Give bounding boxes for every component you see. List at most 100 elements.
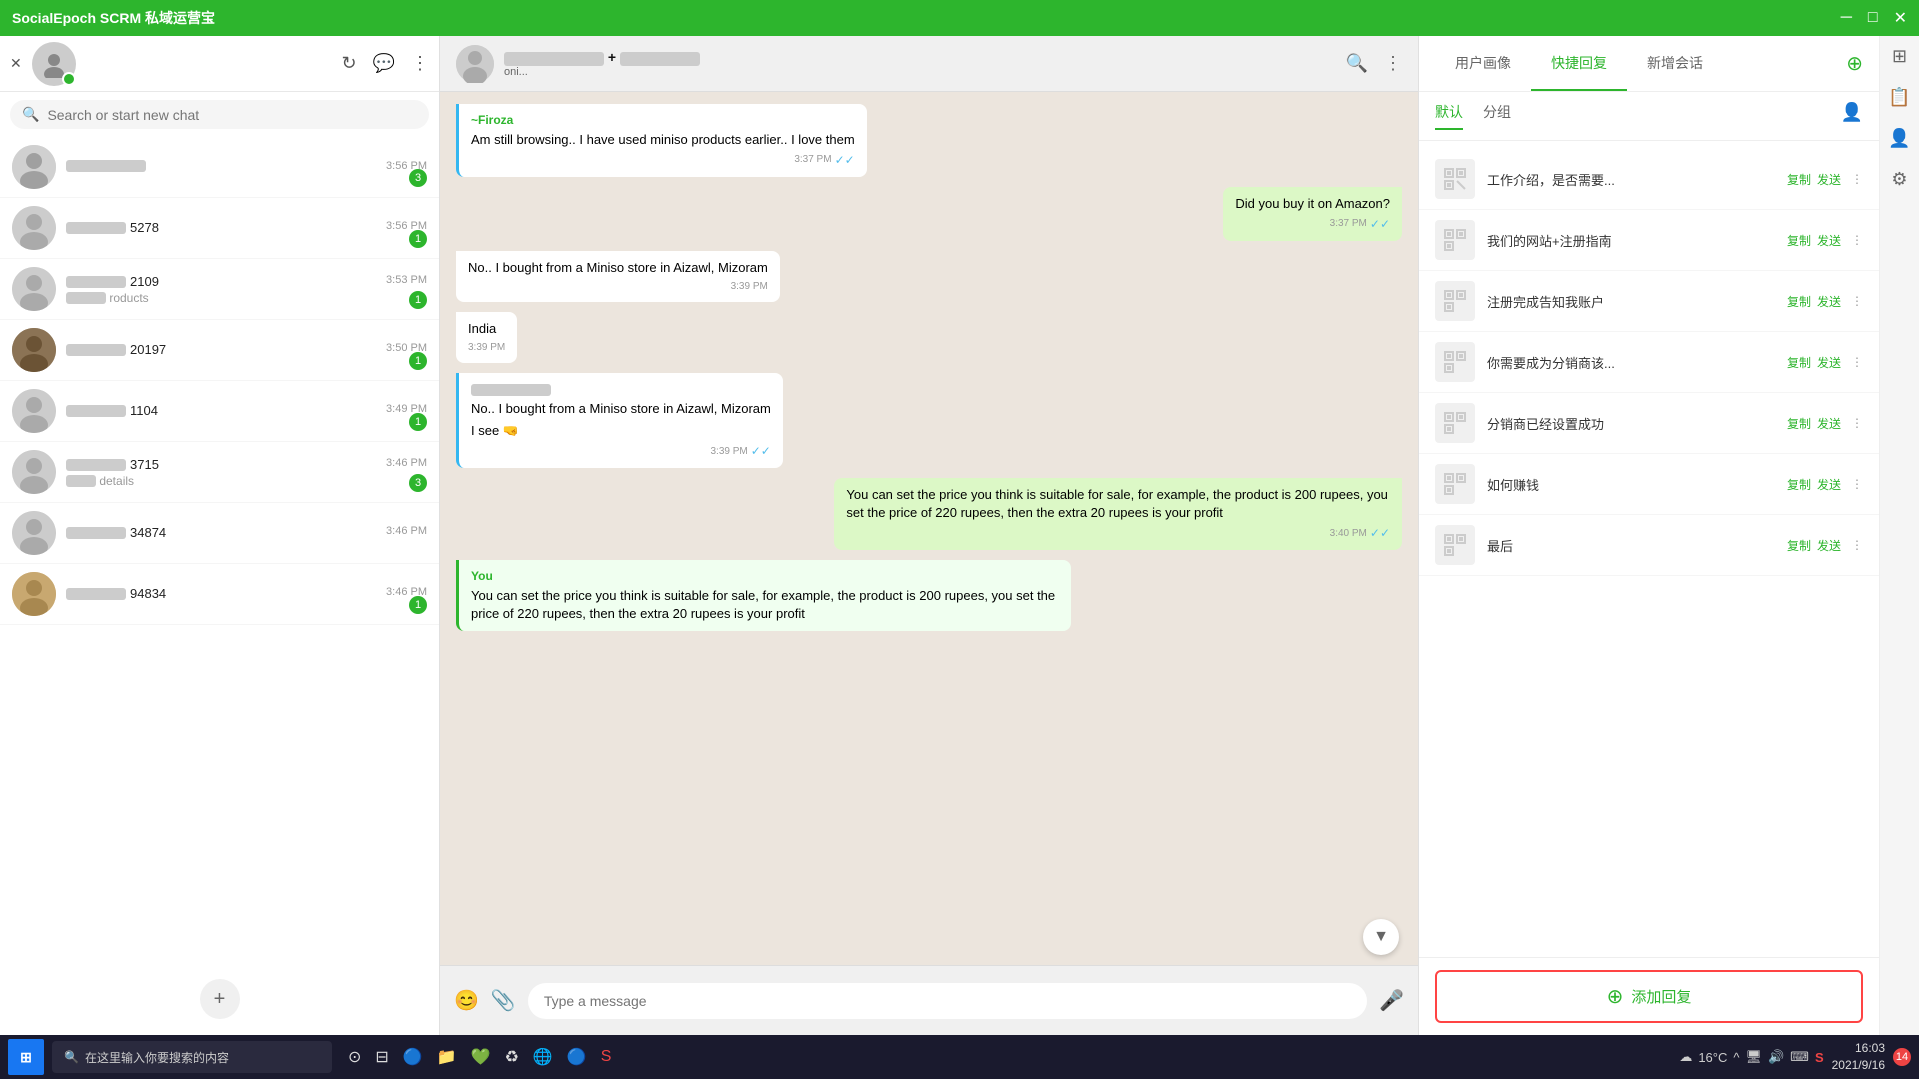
taskbar-search[interactable]: 🔍 在这里输入你要搜索的内容	[52, 1041, 332, 1073]
start-button[interactable]: ⊞	[8, 1039, 44, 1075]
list-item[interactable]: 2109 3:53 PM roducts 1	[0, 259, 439, 320]
right-panel-menu-icon[interactable]: ⊕	[1846, 51, 1863, 76]
emoji-icon[interactable]: 😊	[454, 988, 479, 1013]
chat-more-icon[interactable]: ⋮	[1384, 53, 1402, 74]
chat-messages: ~Firoza Am still browsing.. I have used …	[440, 92, 1418, 965]
message-row: You You can set the price you think is s…	[456, 560, 1402, 631]
list-item[interactable]: 34874 3:46 PM	[0, 503, 439, 564]
search-chat-icon[interactable]: 🔍	[1346, 53, 1368, 74]
unread-badge: 1	[409, 413, 427, 431]
send-button[interactable]: 发送	[1817, 171, 1841, 188]
list-item[interactable]: 94834 3:46 PM 1	[0, 564, 439, 625]
send-button[interactable]: 发送	[1817, 415, 1841, 432]
plus-icon: ⊕	[1607, 984, 1624, 1009]
message-text: India	[468, 320, 505, 338]
list-item[interactable]: 1104 3:49 PM 1	[0, 381, 439, 442]
add-reply-button[interactable]: ⊕ 添加回复	[1435, 970, 1863, 1023]
sub-tab-group[interactable]: 分组	[1483, 102, 1511, 130]
taskbar-icon-6[interactable]: ♻	[505, 1047, 519, 1067]
more-button[interactable]: ⋮	[1851, 233, 1863, 247]
taskbar-icon-9[interactable]: S	[601, 1048, 612, 1066]
copy-button[interactable]: 复制	[1787, 415, 1811, 432]
send-button[interactable]: 发送	[1817, 354, 1841, 371]
copy-button[interactable]: 复制	[1787, 293, 1811, 310]
more-button[interactable]: ⋮	[1851, 477, 1863, 491]
list-item[interactable]: 3:56 PM 3	[0, 137, 439, 198]
refresh-icon[interactable]: ↻	[341, 53, 356, 74]
contact-info: 3:56 PM	[66, 160, 427, 174]
quick-reply-actions: 复制 发送 ⋮	[1787, 354, 1863, 371]
send-button[interactable]: 发送	[1817, 293, 1841, 310]
volume-icon: 🔊	[1768, 1049, 1784, 1065]
tab-quick-reply[interactable]: 快捷回复	[1531, 37, 1627, 91]
tab-new-chat[interactable]: 新增会话	[1627, 37, 1723, 91]
qr-image	[1435, 464, 1475, 504]
search-input[interactable]	[47, 107, 417, 123]
copy-button[interactable]: 复制	[1787, 354, 1811, 371]
more-button[interactable]: ⋮	[1851, 355, 1863, 369]
scroll-to-bottom-button[interactable]: ▼	[1363, 919, 1399, 955]
notification-badge[interactable]: 14	[1893, 1048, 1911, 1066]
close-button[interactable]: ✕	[1894, 8, 1907, 28]
sidebar: ✕ ↻ 💬 ⋮ 🔍	[0, 36, 440, 1035]
copy-button[interactable]: 复制	[1787, 537, 1811, 554]
copy-button[interactable]: 复制	[1787, 171, 1811, 188]
maximize-button[interactable]: □	[1868, 8, 1878, 28]
contact-time: 3:46 PM	[386, 525, 427, 540]
qr-image	[1435, 281, 1475, 321]
list-item[interactable]: 3715 3:46 PM details 3	[0, 442, 439, 503]
copy-button[interactable]: 复制	[1787, 232, 1811, 249]
message-bubble: You can set the price you think is suita…	[834, 478, 1402, 550]
taskbar-icon-8[interactable]: 🔵	[567, 1047, 587, 1067]
more-button[interactable]: ⋮	[1851, 538, 1863, 552]
message-sub-text: I see 🤜	[471, 422, 771, 440]
read-tick: ✓✓	[1370, 525, 1390, 542]
more-button[interactable]: ⋮	[1851, 294, 1863, 308]
quick-reply-text: 最后	[1487, 536, 1775, 555]
app-title: SocialEpoch SCRM 私域运营宝	[12, 8, 215, 28]
list-item[interactable]: 20197 3:50 PM 1	[0, 320, 439, 381]
user-icon[interactable]: 👤	[1841, 102, 1863, 130]
more-options-icon[interactable]: ⋮	[411, 53, 429, 74]
contact-name-label: 5278	[66, 220, 159, 235]
taskbar-icon-7[interactable]: 🌐	[533, 1047, 553, 1067]
more-button[interactable]: ⋮	[1851, 416, 1863, 430]
sidebar-icon-1[interactable]: ⊞	[1892, 46, 1907, 67]
taskbar-icon-2[interactable]: ⊟	[375, 1047, 388, 1067]
copy-button[interactable]: 复制	[1787, 476, 1811, 493]
message-bubble: ~Firoza Am still browsing.. I have used …	[456, 104, 867, 177]
sidebar-icon-2[interactable]: 📋	[1888, 87, 1910, 108]
search-icon: 🔍	[22, 106, 39, 123]
taskbar-app-icons: ⊙ ⊟ 🔵 📁 💚 ♻ 🌐 🔵 S	[348, 1047, 611, 1067]
chat-area: + oni... 🔍 ⋮ ~Firoza Am still browsing..…	[440, 36, 1419, 1035]
chat-header: + oni... 🔍 ⋮	[440, 36, 1418, 92]
taskbar-right: ☁ 16°C ^ 🖥 🔊 ⌨ S 16:03 2021/9/16 14	[1679, 1040, 1911, 1074]
add-chat-button[interactable]: +	[200, 979, 240, 1019]
close-sidebar-icon[interactable]: ✕	[10, 55, 22, 72]
sub-tab-default[interactable]: 默认	[1435, 102, 1463, 130]
more-button[interactable]: ⋮	[1851, 172, 1863, 186]
taskbar-icon-1[interactable]: ⊙	[348, 1047, 361, 1067]
contact-preview: roducts	[66, 291, 427, 305]
send-button[interactable]: 发送	[1817, 476, 1841, 493]
sidebar-icon-3[interactable]: 👤	[1888, 128, 1910, 149]
expand-tray-icon[interactable]: ^	[1733, 1050, 1739, 1065]
message-time: 3:37 PM ✓✓	[471, 152, 855, 169]
contact-name-label: 20197	[66, 342, 166, 357]
message-input[interactable]	[528, 983, 1367, 1019]
sidebar-icon-4[interactable]: ⚙	[1891, 169, 1907, 190]
taskbar-icon-4[interactable]: 📁	[437, 1047, 457, 1067]
taskbar-icon-3[interactable]: 🔵	[403, 1047, 423, 1067]
quick-reply-item: 工作介绍，是否需要... 复制 发送 ⋮	[1419, 149, 1879, 210]
chat-icon[interactable]: 💬	[373, 53, 395, 74]
attachment-icon[interactable]: 📎	[491, 988, 516, 1013]
send-button[interactable]: 发送	[1817, 232, 1841, 249]
tab-user-profile[interactable]: 用户画像	[1435, 37, 1531, 91]
minimize-button[interactable]: ─	[1841, 8, 1852, 28]
taskbar-icon-5[interactable]: 💚	[471, 1047, 491, 1067]
message-time: 3:39 PM	[468, 280, 768, 294]
list-item[interactable]: 5278 3:56 PM 1	[0, 198, 439, 259]
voice-icon[interactable]: 🎤	[1379, 988, 1404, 1013]
search-box[interactable]: 🔍	[10, 100, 429, 129]
send-button[interactable]: 发送	[1817, 537, 1841, 554]
